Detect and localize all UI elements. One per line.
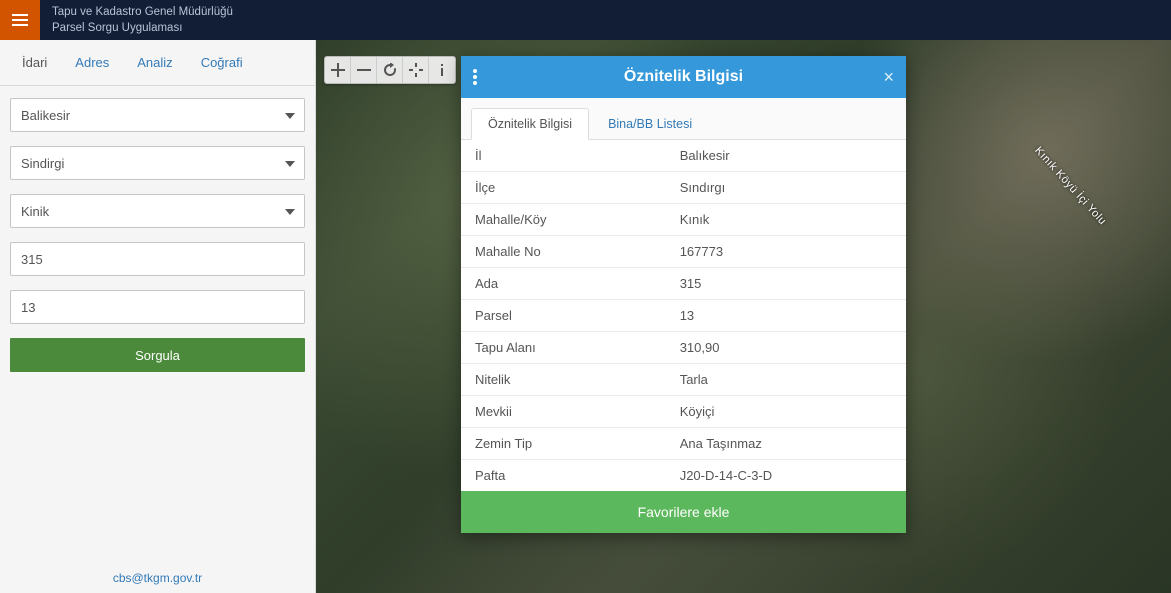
- fullextent-button[interactable]: [403, 57, 429, 83]
- dtab-oznitelik[interactable]: Öznitelik Bilgisi: [471, 108, 589, 140]
- sidebar-tabs: İdari Adres Analiz Coğrafi: [0, 40, 315, 86]
- tab-cografi[interactable]: Coğrafi: [187, 40, 257, 85]
- dialog-title: Öznitelik Bilgisi: [461, 68, 906, 86]
- map-toolbar: [324, 56, 456, 84]
- attr-value: 315: [666, 268, 906, 300]
- close-icon: ×: [883, 67, 894, 87]
- attr-value: Balıkesir: [666, 140, 906, 172]
- crosshair-icon: [409, 63, 423, 77]
- table-row: İlBalıkesir: [461, 140, 906, 172]
- tab-analiz[interactable]: Analiz: [123, 40, 186, 85]
- dialog-close-button[interactable]: ×: [883, 67, 894, 88]
- table-row: Mahalle/KöyKınık: [461, 204, 906, 236]
- app-title-1: Tapu ve Kadastro Genel Müdürlüğü: [52, 4, 233, 20]
- attr-key: Nitelik: [461, 364, 666, 396]
- dtab-bina[interactable]: Bina/BB Listesi: [591, 108, 709, 140]
- attr-value: Tarla: [666, 364, 906, 396]
- app-header: Tapu ve Kadastro Genel Müdürlüğü Parsel …: [0, 0, 1171, 40]
- attr-value: 13: [666, 300, 906, 332]
- attr-value: 310,90: [666, 332, 906, 364]
- attr-key: Zemin Tip: [461, 428, 666, 460]
- sorgula-button[interactable]: Sorgula: [10, 338, 305, 372]
- table-row: Tapu Alanı310,90: [461, 332, 906, 364]
- refresh-icon: [383, 63, 397, 77]
- mahalle-select[interactable]: Kinik: [10, 194, 305, 228]
- attr-key: Parsel: [461, 300, 666, 332]
- attribute-dialog: Öznitelik Bilgisi × Öznitelik Bilgisi Bi…: [461, 56, 906, 533]
- favorilere-ekle-button[interactable]: Favorilere ekle: [461, 491, 906, 533]
- ada-input[interactable]: [10, 242, 305, 276]
- table-row: Mahalle No167773: [461, 236, 906, 268]
- table-row: Parsel13: [461, 300, 906, 332]
- table-row: Ada315: [461, 268, 906, 300]
- attr-value: J20-D-14-C-3-D: [666, 460, 906, 492]
- attr-key: Mahalle No: [461, 236, 666, 268]
- minus-icon: [357, 63, 371, 77]
- footer-email[interactable]: cbs@tkgm.gov.tr: [0, 571, 315, 585]
- refresh-button[interactable]: [377, 57, 403, 83]
- attr-key: Tapu Alanı: [461, 332, 666, 364]
- attribute-table: İlBalıkesirİlçeSındırgıMahalle/KöyKınıkM…: [461, 140, 906, 491]
- table-row: Zemin TipAna Taşınmaz: [461, 428, 906, 460]
- attr-key: Mahalle/Köy: [461, 204, 666, 236]
- ilce-select[interactable]: Sindirgi: [10, 146, 305, 180]
- attr-key: İlçe: [461, 172, 666, 204]
- info-icon: [435, 63, 449, 77]
- info-button[interactable]: [429, 57, 455, 83]
- il-select[interactable]: Balikesir: [10, 98, 305, 132]
- query-form: Balikesir Sindirgi Kinik Sorgula: [0, 86, 315, 384]
- table-row: NitelikTarla: [461, 364, 906, 396]
- hamburger-icon: [12, 12, 28, 28]
- attr-value: 167773: [666, 236, 906, 268]
- dialog-menu-button[interactable]: [473, 68, 491, 86]
- attr-value: Kınık: [666, 204, 906, 236]
- attr-value: Ana Taşınmaz: [666, 428, 906, 460]
- hamburger-menu[interactable]: [0, 0, 40, 40]
- attr-value: Köyiçi: [666, 396, 906, 428]
- app-titles: Tapu ve Kadastro Genel Müdürlüğü Parsel …: [40, 4, 233, 36]
- dialog-tabs: Öznitelik Bilgisi Bina/BB Listesi: [461, 98, 906, 140]
- table-row: MevkiiKöyiçi: [461, 396, 906, 428]
- zoom-out-button[interactable]: [351, 57, 377, 83]
- attr-key: Pafta: [461, 460, 666, 492]
- sidebar: İdari Adres Analiz Coğrafi Balikesir Sin…: [0, 40, 316, 593]
- attr-value: Sındırgı: [666, 172, 906, 204]
- table-row: İlçeSındırgı: [461, 172, 906, 204]
- app-title-2: Parsel Sorgu Uygulaması: [52, 20, 233, 36]
- dialog-header[interactable]: Öznitelik Bilgisi ×: [461, 56, 906, 98]
- attr-key: İl: [461, 140, 666, 172]
- table-row: PaftaJ20-D-14-C-3-D: [461, 460, 906, 492]
- tab-idari[interactable]: İdari: [8, 40, 61, 85]
- tab-adres[interactable]: Adres: [61, 40, 123, 85]
- attr-key: Mevkii: [461, 396, 666, 428]
- attr-key: Ada: [461, 268, 666, 300]
- zoom-in-button[interactable]: [325, 57, 351, 83]
- parsel-input[interactable]: [10, 290, 305, 324]
- map-area[interactable]: Kınık Köyü İçi Yolu emlakjet.com: [316, 40, 1171, 593]
- plus-icon: [331, 63, 345, 77]
